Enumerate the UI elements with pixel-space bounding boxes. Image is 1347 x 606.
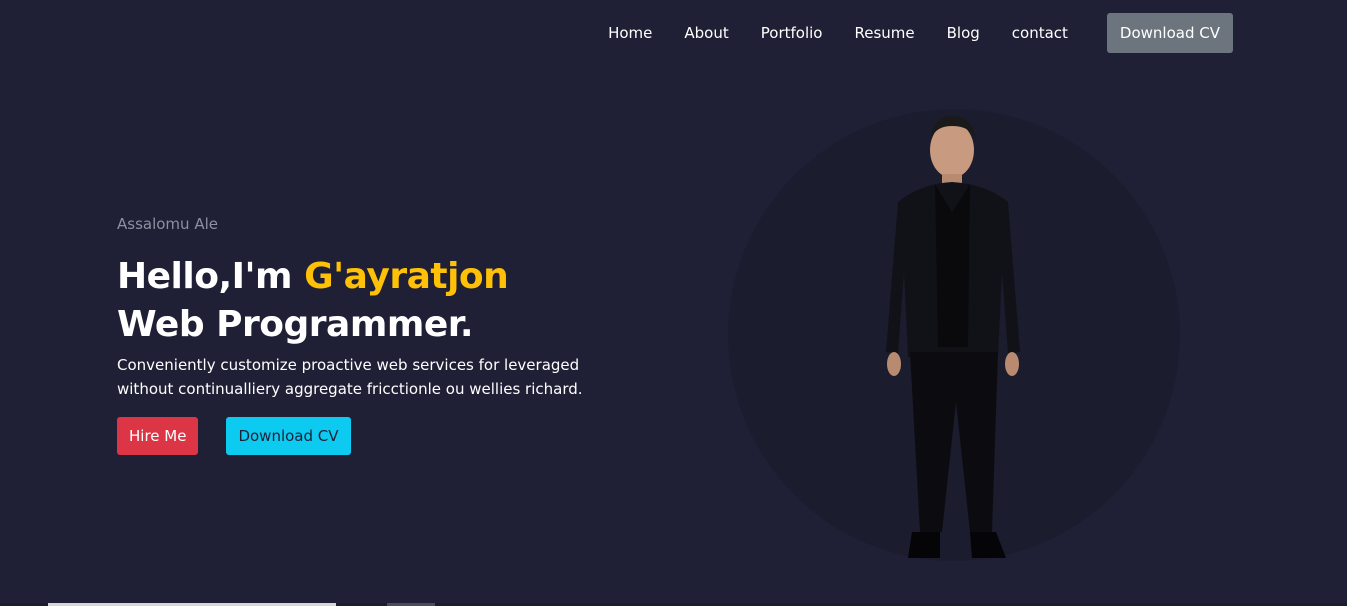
hire-me-button[interactable]: Hire Me	[117, 417, 199, 455]
hero-name: G'ayratjon	[304, 256, 509, 297]
hero-headline: Hello,I'm G'ayratjon Web Programmer.	[117, 253, 677, 349]
headline-prefix: Hello,I'm	[117, 256, 305, 297]
hero-section: Assalomu Ale Hello,I'm G'ayratjon Web Pr…	[117, 213, 677, 455]
download-cv-button[interactable]: Download CV	[226, 417, 351, 455]
nav-download-cv-button[interactable]: Download CV	[1106, 13, 1233, 53]
nav-home[interactable]: Home	[608, 13, 652, 53]
portrait-photo	[886, 116, 1020, 558]
hero-greeting: Assalomu Ale	[117, 215, 218, 233]
hero-role: Web Programmer.	[117, 304, 474, 345]
nav-resume[interactable]: Resume	[854, 13, 914, 53]
nav-contact[interactable]: contact	[1012, 13, 1068, 53]
nav-about[interactable]: About	[684, 13, 728, 53]
main-navigation: Home About Portfolio Resume Blog contact…	[576, 13, 1233, 53]
hero-description: Conveniently customize proactive web ser…	[117, 356, 583, 398]
nav-portfolio[interactable]: Portfolio	[761, 13, 823, 53]
hero-actions: Hire Me Download CV	[117, 417, 677, 455]
nav-blog[interactable]: Blog	[947, 13, 980, 53]
